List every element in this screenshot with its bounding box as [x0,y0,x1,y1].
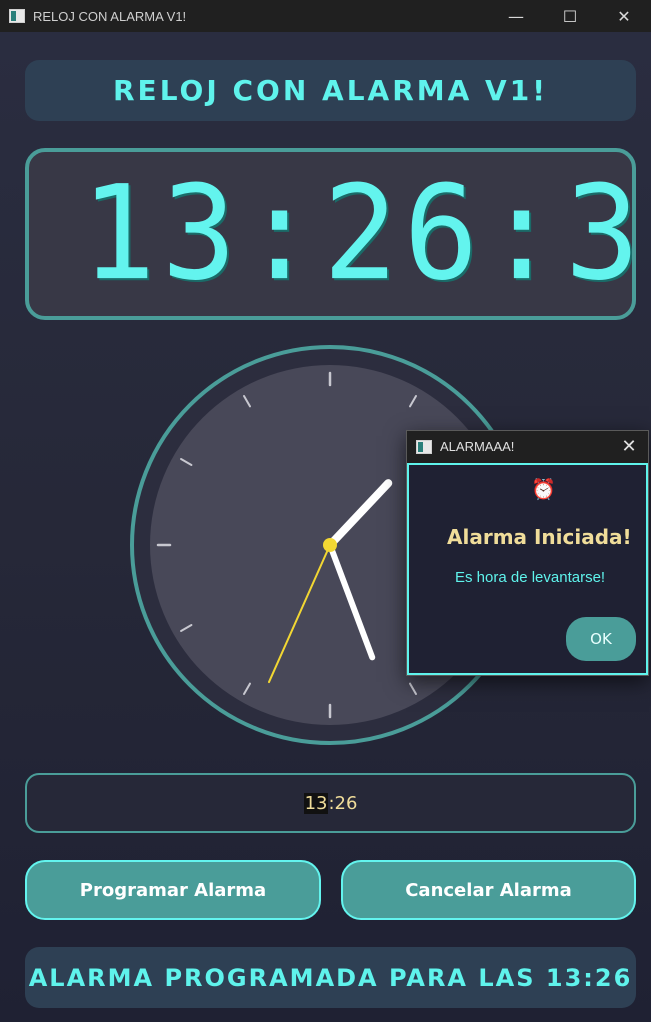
alarm-clock-icon: ⏰ [531,477,556,501]
window-titlebar: RELOJ CON ALARMA V1! — ☐ ✕ [0,0,651,32]
window-controls: — ☐ ✕ [489,0,651,32]
program-alarm-button[interactable]: Programar Alarma [25,860,321,920]
clock-center-pin [323,538,337,552]
app-header: RELOJ CON ALARMA V1! [25,60,636,121]
alarm-time-input[interactable]: 13:26 [25,773,636,833]
digital-clock: 13:26:34 [25,148,636,320]
dialog-message: Es hora de levantarse! [455,569,606,586]
maximize-button[interactable]: ☐ [543,0,597,32]
alarm-minutes[interactable]: :26 [328,793,357,814]
alarm-dialog: ALARMAAA! ✕ ⏰ Alarma Iniciada! Es hora d… [406,430,649,676]
ok-button[interactable]: OK [566,617,636,661]
minimize-button[interactable]: — [489,0,543,32]
alarm-hour-selected[interactable]: 13 [303,792,329,814]
window-title: RELOJ CON ALARMA V1! [33,8,187,24]
dialog-title: ALARMAAA! [440,439,515,454]
status-banner: ALARMA PROGRAMADA PARA LAS 13:26 [25,947,636,1008]
dialog-heading: Alarma Iniciada! [447,525,632,549]
alarm-time-value[interactable]: 13:26 [303,792,357,814]
dialog-body: ⏰ Alarma Iniciada! Es hora de levantarse… [407,463,648,675]
close-button[interactable]: ✕ [597,0,651,32]
digital-time: 13:26:34 [81,158,632,310]
cancel-alarm-button[interactable]: Cancelar Alarma [341,860,636,920]
dialog-titlebar: ALARMAAA! ✕ [407,431,648,462]
dialog-app-icon [416,439,432,454]
status-text: ALARMA PROGRAMADA PARA LAS 13:26 [28,963,633,992]
app-title: RELOJ CON ALARMA V1! [113,74,548,107]
app-icon [9,9,25,23]
dialog-close-button[interactable]: ✕ [618,435,640,457]
